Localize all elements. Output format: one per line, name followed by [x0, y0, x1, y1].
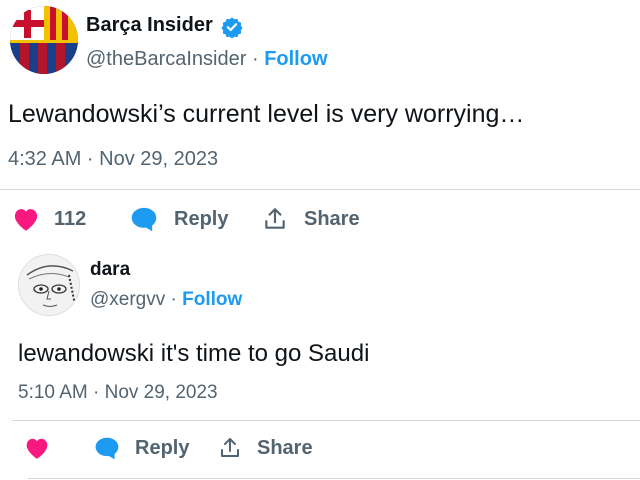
reply-label: Reply [174, 207, 229, 230]
author-handle-line: @theBarcaInsider · Follow [86, 48, 328, 71]
heart-icon [14, 209, 38, 231]
sketch-face-avatar-icon [19, 255, 79, 315]
reply-handle-line: @xergvv · Follow [90, 289, 242, 311]
divider [12, 420, 640, 421]
author-line: Barça Insider [86, 14, 243, 38]
share-button[interactable]: Share [262, 206, 360, 232]
share-upload-icon [265, 208, 285, 229]
reply-author-handle[interactable]: @xergvv [90, 289, 165, 310]
reply-share-button[interactable]: Share [218, 436, 313, 460]
avatar[interactable] [10, 6, 78, 74]
reply-like-button[interactable] [24, 436, 50, 460]
tweet-timestamp[interactable]: 4:32 AM · Nov 29, 2023 [8, 148, 218, 171]
reply-label: Reply [135, 436, 190, 459]
like-button[interactable]: 112 [12, 206, 86, 232]
share-upload-icon [221, 438, 239, 457]
speech-bubble-icon [95, 437, 119, 460]
reply-text: lewandowski it's time to go Saudi [18, 340, 370, 367]
divider [0, 189, 640, 190]
reply-button[interactable]: Reply [130, 206, 228, 232]
share-label: Share [304, 207, 360, 230]
follow-button[interactable]: Follow [264, 48, 327, 70]
heart-icon [26, 438, 48, 459]
reply-timestamp[interactable]: 5:10 AM · Nov 29, 2023 [18, 382, 218, 404]
like-count: 112 [54, 207, 87, 230]
share-label: Share [257, 436, 313, 459]
author-handle[interactable]: @theBarcaInsider [86, 48, 246, 70]
reply-follow-button[interactable]: Follow [182, 289, 242, 310]
speech-bubble-icon [131, 207, 157, 232]
reply-avatar[interactable] [18, 254, 80, 316]
verified-badge-icon [221, 17, 243, 38]
divider [28, 478, 640, 479]
reply-reply-button[interactable]: Reply [94, 436, 189, 460]
barca-crest-avatar-icon [10, 6, 78, 74]
tweet-text: Lewandowski’s current level is very worr… [8, 100, 525, 128]
separator-dot: · [251, 48, 259, 70]
separator-dot: · [170, 289, 177, 310]
reply-author-name[interactable]: dara [90, 259, 130, 281]
author-name[interactable]: Barça Insider [86, 14, 213, 36]
